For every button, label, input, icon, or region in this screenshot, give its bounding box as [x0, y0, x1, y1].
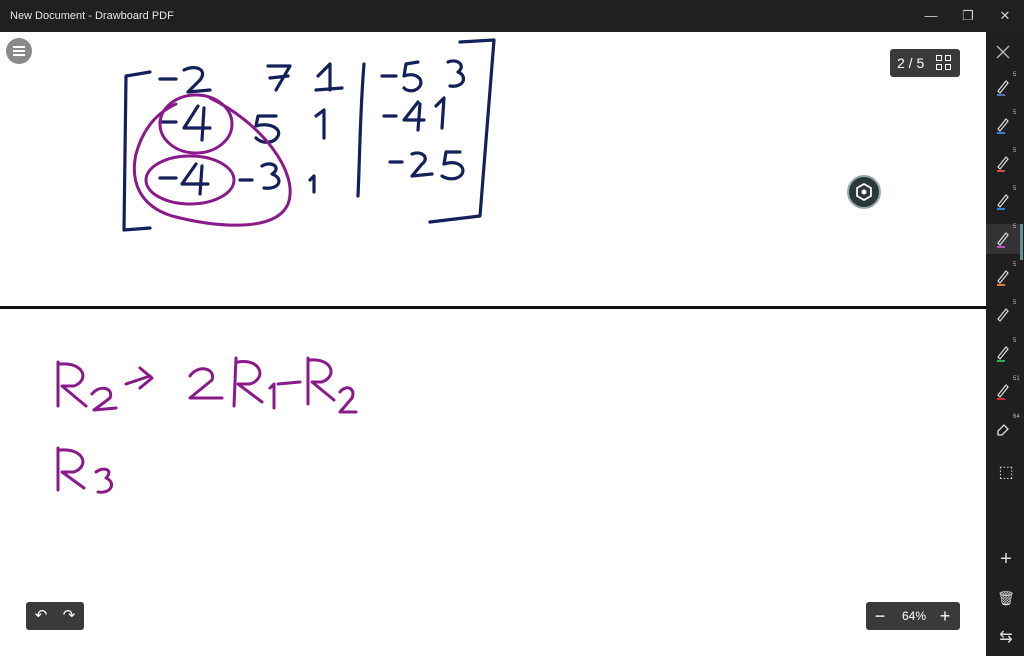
pen-icon	[997, 232, 1009, 248]
close-button[interactable]: ✕	[992, 7, 1018, 25]
pen-tool-1[interactable]: 5	[986, 72, 1020, 102]
tool-size-badge: 5	[1013, 110, 1017, 116]
pen-tool-7[interactable]: 5	[986, 300, 1020, 330]
highlighter-tool[interactable]: 51	[986, 376, 1020, 406]
toolbar-scroll-indicator[interactable]	[1020, 224, 1023, 260]
pen-icon	[997, 308, 1009, 324]
pen-tool-5[interactable]: 5	[986, 224, 1020, 254]
tool-size-badge: 5	[1013, 338, 1017, 344]
redo-button[interactable]: ↷	[58, 606, 80, 626]
settings-hex-icon[interactable]	[847, 175, 881, 209]
zoom-controls: − 64% +	[866, 602, 960, 630]
handwriting-ink	[56, 38, 496, 494]
tool-size-badge: 5	[1013, 262, 1017, 268]
page-grid-icon[interactable]	[936, 55, 953, 72]
delete-icon[interactable]: 🗑	[996, 588, 1016, 608]
pen-icon	[997, 80, 1009, 96]
zoom-out-button[interactable]: −	[869, 605, 891, 627]
eraser-tool[interactable]: 64	[986, 414, 1020, 444]
page-indicator[interactable]: 2 / 5	[890, 49, 960, 77]
pen-icon	[997, 346, 1009, 362]
select-tool-icon[interactable]: ⬚	[996, 463, 1016, 483]
pen-tool-8[interactable]: 5	[986, 338, 1020, 368]
undo-button[interactable]: ↶	[30, 606, 52, 626]
restore-button[interactable]: ❐	[955, 7, 981, 25]
zoom-in-button[interactable]: +	[934, 605, 956, 627]
pen-icon	[997, 156, 1009, 172]
swap-icon[interactable]: ⇆	[996, 628, 1016, 648]
pen-icon	[997, 194, 1009, 210]
page-separator	[0, 306, 986, 309]
page-indicator-text: 2 / 5	[897, 55, 925, 71]
pen-tool-4[interactable]: 5	[986, 186, 1020, 216]
tool-size-badge: 5	[1013, 148, 1017, 154]
tool-size-badge: 51	[1013, 376, 1020, 382]
tool-size-badge: 64	[1013, 414, 1020, 420]
tool-size-badge: 5	[1013, 72, 1017, 78]
tool-size-badge: 5	[1013, 186, 1017, 192]
history-controls: ↶ ↷	[26, 602, 84, 630]
pen-icon	[997, 384, 1009, 400]
pen-tool-6[interactable]: 5	[986, 262, 1020, 292]
minimize-button[interactable]: —	[918, 7, 944, 25]
document-canvas[interactable]: 2 / 5 ↶ ↷ − 64% +	[0, 32, 986, 656]
zoom-level: 64%	[901, 609, 927, 623]
pen-tool-2[interactable]: 5	[986, 110, 1020, 140]
eraser-icon	[997, 424, 1009, 436]
title-bar: New Document - Drawboard PDF — ❐ ✕	[0, 0, 1024, 32]
pen-tool-3[interactable]: 5	[986, 148, 1020, 178]
pan-tool-icon[interactable]	[986, 38, 1020, 68]
hamburger-menu-icon[interactable]	[6, 38, 32, 64]
window-title: New Document - Drawboard PDF	[10, 10, 174, 22]
pen-icon	[997, 270, 1009, 286]
tool-size-badge: 5	[1013, 300, 1017, 306]
add-icon[interactable]: +	[996, 549, 1016, 569]
tool-size-badge: 5	[1013, 224, 1017, 230]
pen-icon	[997, 118, 1009, 134]
